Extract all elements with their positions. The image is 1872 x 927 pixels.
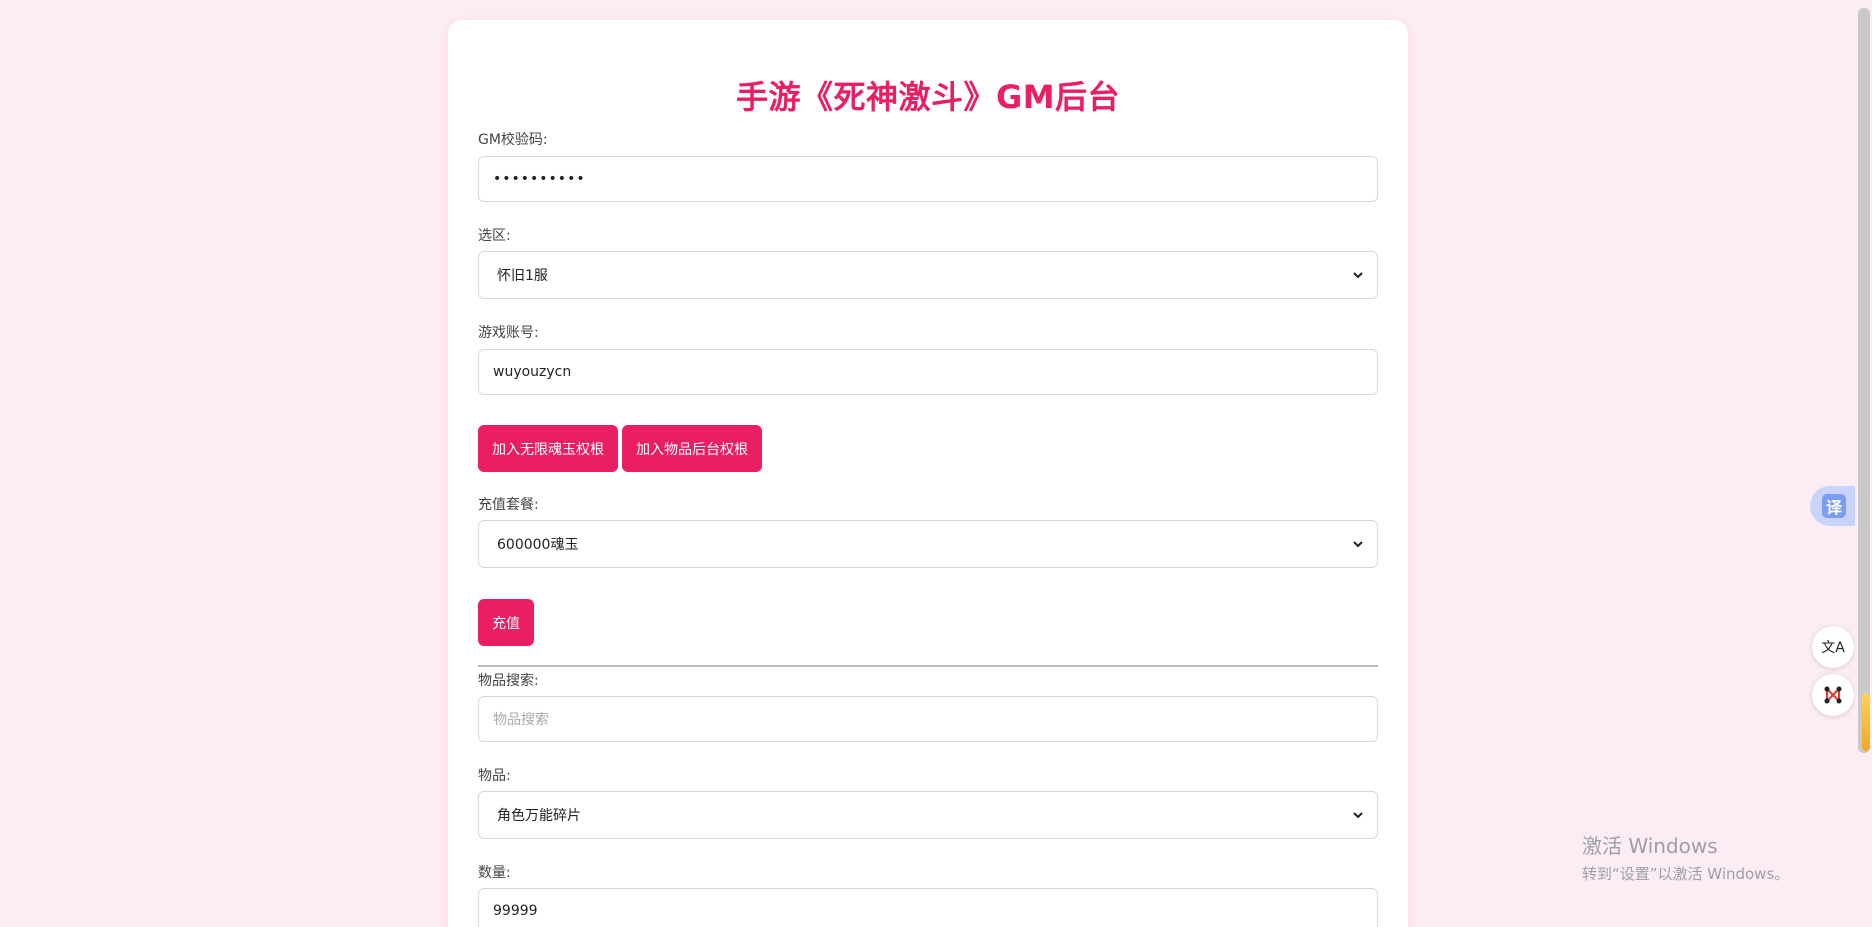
account-value: wuyouzycn [493, 364, 572, 380]
recharge-package-select[interactable]: 600000魂玉 [478, 520, 1378, 568]
gm-code-label: GM校验码: [478, 132, 548, 148]
item-search-label: 物品搜索: [478, 673, 539, 689]
item-label: 物品: [478, 768, 511, 784]
item-search-input[interactable]: 物品搜索 [478, 696, 1378, 742]
section-divider [478, 665, 1378, 667]
network-nodes-icon [1824, 686, 1842, 704]
gm-code-value: •••••••••• [493, 171, 586, 187]
chevron-down-icon [1353, 812, 1363, 819]
account-label: 游戏账号: [478, 325, 539, 341]
account-input[interactable]: wuyouzycn [478, 349, 1378, 395]
item-selected-value: 角色万能碎片 [497, 808, 581, 824]
quantity-value: 99999 [493, 903, 538, 919]
watermark-line1: 激活 Windows [1582, 834, 1718, 858]
windows-activation-watermark: 激活 Windows 转到“设置”以激活 Windows。 [1582, 830, 1789, 884]
quantity-input[interactable]: 99999 [478, 888, 1378, 927]
chevron-down-icon [1353, 541, 1363, 548]
add-item-permission-button[interactable]: 加入物品后台权根 [622, 425, 762, 472]
watermark-line2: 转到“设置”以激活 Windows。 [1582, 865, 1790, 883]
ai-translate-button[interactable]: 文A [1812, 626, 1854, 668]
scrollbar-highlight [1862, 693, 1870, 751]
zone-selected-value: 怀旧1服 [497, 268, 548, 284]
translate-icon: 译 [1822, 494, 1846, 518]
gm-code-input[interactable]: •••••••••• [478, 156, 1378, 202]
item-search-placeholder: 物品搜索 [493, 712, 549, 728]
network-plugin-button[interactable] [1812, 674, 1854, 716]
scrollbar-thumb[interactable] [1858, 8, 1870, 753]
chevron-down-icon [1353, 272, 1363, 279]
recharge-label: 充值套餐: [478, 497, 539, 513]
recharge-selected-value: 600000魂玉 [497, 537, 579, 553]
recharge-button[interactable]: 充值 [478, 599, 534, 646]
gm-panel-card: 手游《死神激斗》GM后台 GM校验码: •••••••••• 选区: 怀旧1服 … [448, 20, 1408, 927]
add-soul-permission-button[interactable]: 加入无限魂玉权根 [478, 425, 618, 472]
quantity-label: 数量: [478, 865, 511, 881]
translate-language-icon: 文A [1821, 640, 1845, 656]
zone-select[interactable]: 怀旧1服 [478, 251, 1378, 299]
zone-label: 选区: [478, 228, 511, 244]
item-select[interactable]: 角色万能碎片 [478, 791, 1378, 839]
page-title: 手游《死神激斗》GM后台 [735, 78, 1121, 116]
